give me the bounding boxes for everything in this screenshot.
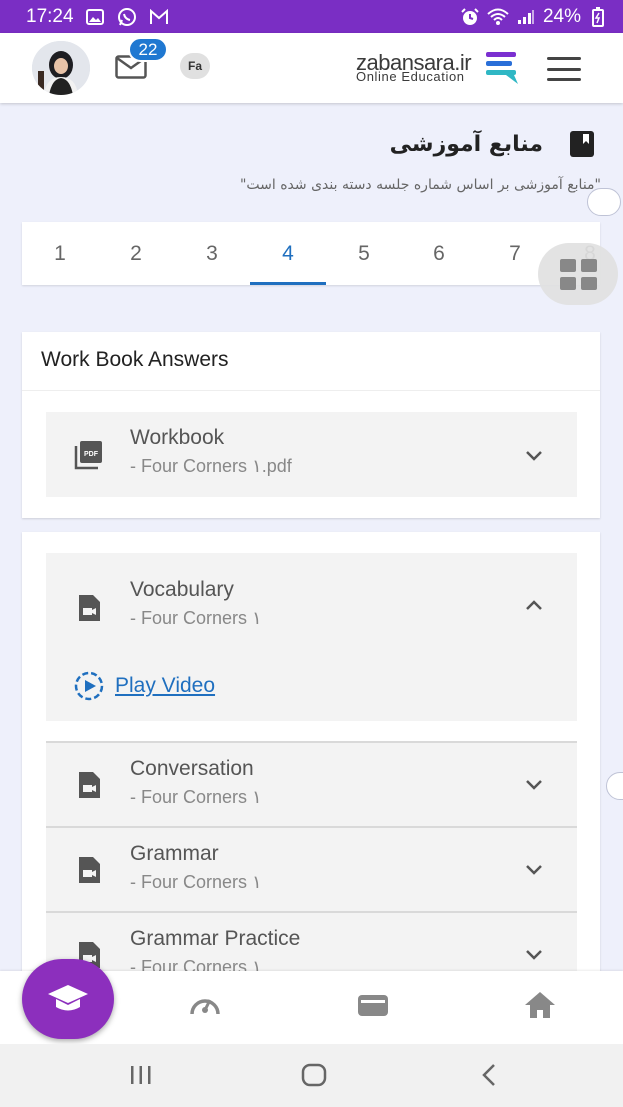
card-title: Work Book Answers bbox=[41, 348, 229, 371]
tab-session-1[interactable]: 1 bbox=[22, 222, 98, 285]
chevron-down-icon[interactable] bbox=[521, 862, 547, 878]
scroll-handle[interactable] bbox=[606, 772, 623, 800]
item-title: Conversation bbox=[130, 757, 254, 780]
avatar[interactable] bbox=[32, 41, 90, 95]
workbook-item[interactable]: PDF Workbook - Four Corners ١.pdf bbox=[46, 412, 577, 497]
video-file-icon bbox=[79, 857, 100, 883]
wallet-icon[interactable] bbox=[356, 990, 390, 1020]
item-subtitle: - Four Corners ١ bbox=[130, 608, 262, 628]
courses-fab-button[interactable] bbox=[22, 959, 114, 1039]
brand-logo[interactable]: zabansara.ir Online Education bbox=[356, 50, 521, 90]
item-title: Grammar Practice bbox=[130, 927, 301, 950]
graduation-cap-icon bbox=[48, 985, 88, 1011]
status-bar: 17:24 24% bbox=[0, 0, 623, 33]
video-resources-card: Vocabulary - Four Corners ١ Conversation… bbox=[22, 532, 600, 996]
signal-icon bbox=[515, 6, 537, 28]
item-subtitle: - Four Corners ١ bbox=[130, 872, 262, 892]
tab-session-2[interactable]: 2 bbox=[98, 222, 174, 285]
section-title: منابع آموزشی bbox=[389, 131, 543, 157]
conversation-item[interactable]: Conversation - Four Corners ١ bbox=[46, 743, 577, 826]
whatsapp-notification-icon bbox=[116, 6, 138, 28]
dashboard-gauge-icon[interactable] bbox=[188, 990, 222, 1020]
chevron-down-icon[interactable] bbox=[521, 448, 547, 464]
gmail-notification-icon bbox=[148, 6, 170, 28]
chevron-down-icon[interactable] bbox=[521, 947, 547, 963]
status-time: 17:24 bbox=[26, 5, 74, 27]
logo-tagline: Online Education bbox=[356, 69, 465, 84]
svg-text:PDF: PDF bbox=[84, 451, 99, 458]
back-icon[interactable] bbox=[478, 1062, 500, 1088]
tab-session-3[interactable]: 3 bbox=[174, 222, 250, 285]
item-subtitle: - Four Corners ١ bbox=[130, 787, 262, 807]
mail-count-badge: 22 bbox=[128, 37, 168, 62]
gallery-notification-icon bbox=[84, 6, 106, 28]
play-video-link[interactable]: Play Video bbox=[73, 670, 215, 702]
item-subtitle: - Four Corners ١.pdf bbox=[130, 456, 292, 476]
divider bbox=[22, 390, 600, 391]
language-toggle-button[interactable]: Fa bbox=[180, 53, 210, 79]
wifi-icon bbox=[487, 6, 509, 28]
tab-session-5[interactable]: 5 bbox=[326, 222, 402, 285]
section-header: منابع آموزشی bbox=[390, 130, 595, 158]
alarm-icon bbox=[459, 6, 481, 28]
home-button-icon[interactable] bbox=[300, 1062, 328, 1088]
session-tabs: 1 2 3 4 5 6 7 8 bbox=[22, 222, 600, 285]
play-circle-icon bbox=[74, 671, 104, 701]
logo-mark-icon bbox=[486, 52, 518, 84]
grid-icon bbox=[559, 258, 597, 290]
item-title: Vocabulary bbox=[130, 578, 234, 601]
home-icon[interactable] bbox=[523, 990, 557, 1020]
menu-icon[interactable] bbox=[547, 57, 581, 81]
book-icon bbox=[570, 131, 594, 157]
scroll-handle[interactable] bbox=[587, 188, 621, 216]
section-subtitle: "منابع آموزشی بر اساس شماره جلسه دسته بن… bbox=[239, 177, 601, 193]
battery-percent: 24% bbox=[542, 5, 581, 27]
video-file-icon bbox=[79, 772, 100, 798]
system-navigation-bar bbox=[0, 1044, 623, 1107]
app-header: 22 Fa zabansara.ir Online Education bbox=[0, 33, 623, 103]
grid-view-button[interactable] bbox=[538, 243, 618, 305]
tab-session-4[interactable]: 4 bbox=[250, 222, 326, 285]
chevron-up-icon[interactable] bbox=[521, 597, 547, 613]
workbook-card: Work Book Answers PDF Workbook - Four Co… bbox=[22, 332, 600, 518]
play-video-label: Play Video bbox=[115, 674, 216, 697]
video-file-icon bbox=[79, 595, 100, 621]
pdf-icon: PDF bbox=[74, 441, 102, 470]
chevron-down-icon[interactable] bbox=[521, 777, 547, 793]
tab-session-6[interactable]: 6 bbox=[401, 222, 477, 285]
grammar-item[interactable]: Grammar - Four Corners ١ bbox=[46, 828, 577, 911]
item-title: Grammar bbox=[130, 842, 219, 865]
battery-charging-icon bbox=[587, 6, 609, 28]
item-title: Workbook bbox=[130, 426, 225, 449]
recent-apps-icon[interactable] bbox=[128, 1062, 154, 1088]
